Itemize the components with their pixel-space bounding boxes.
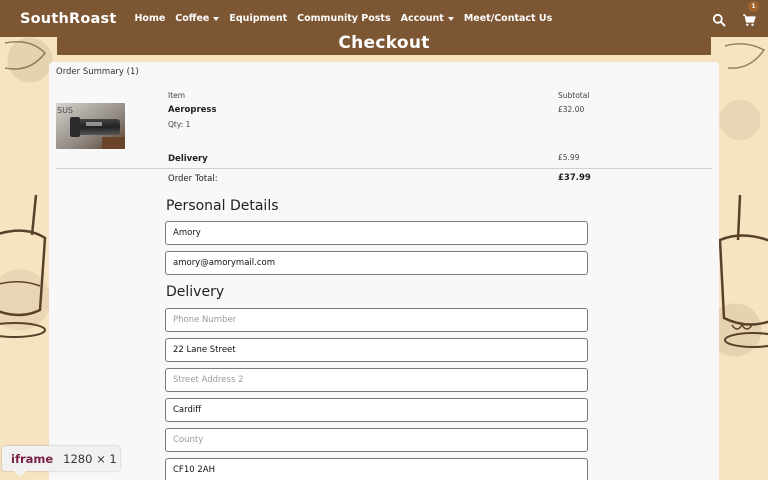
top-navbar: SouthRoast Home Coffee Equipment Communi… <box>0 0 768 37</box>
nav-actions: 1 <box>712 0 759 26</box>
brand-logo[interactable]: SouthRoast <box>20 11 116 27</box>
email-field[interactable] <box>165 251 588 275</box>
phone-field[interactable] <box>165 308 588 332</box>
iframe-inspector-tag: iframe 1280 × 1 <box>2 446 120 477</box>
item-column-header: Item <box>168 91 186 100</box>
product-image: SUS <box>56 103 125 149</box>
product-image-text: SUS <box>57 106 73 115</box>
caret-down-icon <box>213 16 220 21</box>
product-name: Aeropress <box>168 105 217 115</box>
subtotal-column-header: Subtotal <box>558 91 590 100</box>
city-field[interactable] <box>165 398 588 422</box>
street-address-1-field[interactable] <box>165 338 588 362</box>
nav-dropdown-account-label: Account <box>400 13 444 24</box>
cart-button[interactable]: 1 <box>742 0 759 26</box>
nav-dropdown-coffee-label: Coffee <box>175 13 210 24</box>
order-total-value: £37.99 <box>558 173 591 183</box>
nav-links: Home Coffee Equipment Community Posts Ac… <box>134 13 552 24</box>
order-summary-title: Order Summary (1) <box>56 67 139 77</box>
delivery-price: £5.99 <box>558 153 580 162</box>
name-field[interactable] <box>165 221 588 245</box>
background-coffee-sketch-left <box>0 190 50 340</box>
checkout-card: Order Summary (1) Item Subtotal SUS Aero… <box>49 62 719 480</box>
inspector-tag-dims: 1280 × 1 <box>63 451 117 466</box>
nav-link-community-posts[interactable]: Community Posts <box>297 13 390 24</box>
page-title: Checkout <box>338 33 430 53</box>
nav-link-equipment[interactable]: Equipment <box>229 13 287 24</box>
nav-link-home[interactable]: Home <box>134 13 165 24</box>
county-field[interactable] <box>165 428 588 452</box>
background-coffee-sketch-right <box>718 190 768 360</box>
nav-dropdown-coffee[interactable]: Coffee <box>175 13 220 24</box>
street-address-2-field[interactable] <box>165 368 588 392</box>
personal-details-heading: Personal Details <box>166 198 279 214</box>
delivery-heading: Delivery <box>166 284 225 300</box>
postcode-field[interactable] <box>165 458 588 480</box>
search-icon[interactable] <box>712 12 726 26</box>
cart-icon <box>743 13 756 26</box>
product-qty: Qty: 1 <box>168 120 191 129</box>
order-total-label: Order Total: <box>168 174 218 184</box>
delivery-label: Delivery <box>168 154 208 164</box>
summary-divider <box>56 168 712 169</box>
caret-down-icon <box>447 16 454 21</box>
nav-dropdown-account[interactable]: Account <box>401 13 454 24</box>
inspector-tag-name: iframe <box>11 451 54 466</box>
product-price: £32.00 <box>558 105 585 114</box>
nav-link-meet-contact[interactable]: Meet/Contact Us <box>464 13 552 24</box>
cart-count-badge: 1 <box>748 0 759 12</box>
